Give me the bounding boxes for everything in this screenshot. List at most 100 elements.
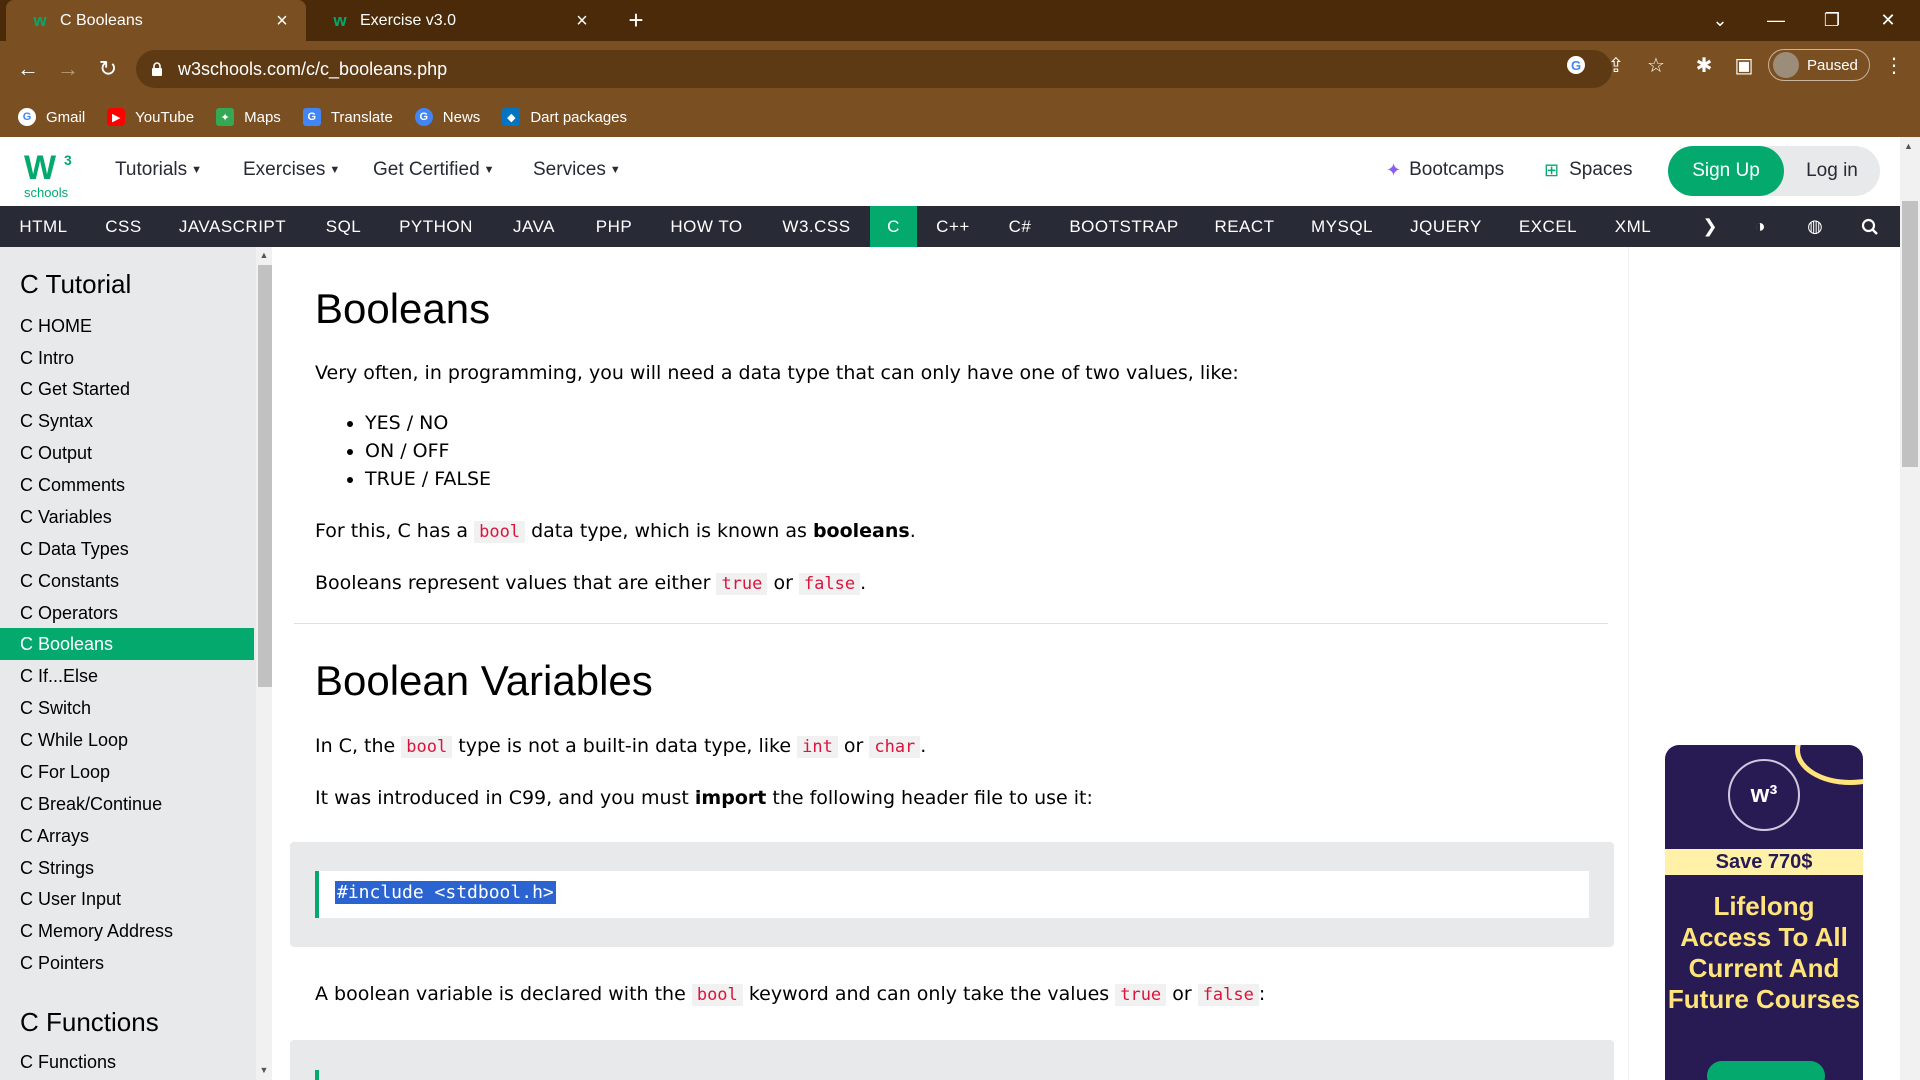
sidebar-item[interactable]: C Syntax: [0, 405, 254, 437]
sidebar-item[interactable]: C Functions: [0, 1046, 254, 1078]
nav-sql[interactable]: SQL: [305, 206, 382, 247]
sidebar-item[interactable]: C Arrays: [0, 820, 254, 852]
nav-css[interactable]: CSS: [87, 206, 160, 247]
menu-tutorials[interactable]: Tutorials ▼: [115, 159, 202, 181]
profile-button[interactable]: Paused: [1768, 49, 1870, 81]
nav-w3css[interactable]: W3.CSS: [763, 206, 870, 247]
spaces-link[interactable]: ⊞ Spaces: [1544, 159, 1632, 181]
nav-php[interactable]: PHP: [578, 206, 650, 247]
tab-exercise[interactable]: w Exercise v3.0 ×: [306, 0, 606, 41]
scroll-down-arrow-icon[interactable]: ▼: [259, 1065, 269, 1075]
bootcamps-label: Bootcamps: [1409, 159, 1505, 180]
sidebar-item[interactable]: C Comments: [0, 469, 254, 501]
nav-react[interactable]: REACT: [1197, 206, 1292, 247]
sidebar-item[interactable]: C Get Started: [0, 373, 254, 405]
sidebar-item[interactable]: C Output: [0, 437, 254, 469]
tab-c-booleans[interactable]: w C Booleans ×: [6, 0, 306, 41]
sidebar-item-active[interactable]: C Booleans: [0, 628, 254, 660]
nav-how-to[interactable]: HOW TO: [650, 206, 763, 247]
restore-button[interactable]: ❐: [1804, 0, 1860, 41]
side-panel-icon[interactable]: ▣: [1730, 51, 1758, 79]
sidebar-item[interactable]: C Strings: [0, 852, 254, 884]
nav-python[interactable]: PYTHON: [382, 206, 490, 247]
nav-java[interactable]: JAVA: [490, 206, 578, 247]
sidebar-scrollbar[interactable]: ▲ ▼: [256, 247, 272, 1080]
w3schools-badge-icon: w³: [1728, 759, 1800, 831]
sidebar-item[interactable]: C Break/Continue: [0, 788, 254, 820]
nav-bootstrap[interactable]: BOOTSTRAP: [1051, 206, 1197, 247]
log-in-button[interactable]: Log in: [1784, 146, 1880, 196]
chevron-right-icon[interactable]: ❯: [1692, 206, 1728, 247]
bookmark-news[interactable]: G News: [414, 108, 480, 126]
bookmark-label: Gmail: [46, 108, 86, 126]
sign-up-button[interactable]: Sign Up: [1668, 146, 1784, 196]
contrast-icon[interactable]: ◑: [1740, 206, 1780, 247]
promo-ad[interactable]: w³ Save 770$ Lifelong Access To All Curr…: [1665, 745, 1863, 1080]
menu-get-certified[interactable]: Get Certified ▼: [373, 159, 495, 181]
inline-code: false: [1197, 984, 1259, 1006]
minimize-button[interactable]: —: [1748, 0, 1804, 41]
bookmark-dart-packages[interactable]: ◆ Dart packages: [502, 108, 627, 126]
sidebar-item[interactable]: C User Input: [0, 883, 254, 915]
nav-c[interactable]: C: [870, 206, 917, 247]
nav-html[interactable]: HTML: [0, 206, 87, 247]
scrollbar-thumb[interactable]: [1902, 201, 1918, 467]
inline-code: bool: [691, 984, 743, 1006]
menu-exercises[interactable]: Exercises ▼: [243, 159, 340, 181]
extensions-puzzle-icon[interactable]: ✱: [1690, 51, 1718, 79]
nav-excel[interactable]: EXCEL: [1500, 206, 1596, 247]
share-icon[interactable]: ⇪: [1602, 51, 1630, 79]
back-arrow-icon[interactable]: ←: [12, 53, 44, 85]
sidebar-item[interactable]: C Switch: [0, 692, 254, 724]
bootcamps-link[interactable]: ✦ Bootcamps: [1386, 159, 1504, 181]
page-scrollbar[interactable]: ▲: [1900, 137, 1920, 1080]
nav-csharp[interactable]: C#: [989, 206, 1051, 247]
google-icon[interactable]: G: [1562, 51, 1590, 79]
close-tab-icon[interactable]: ×: [272, 11, 292, 31]
nav-xml[interactable]: XML: [1596, 206, 1670, 247]
w3schools-logo[interactable]: W 3 schools: [22, 145, 82, 201]
close-window-button[interactable]: ✕: [1860, 0, 1916, 41]
kebab-menu-icon[interactable]: ⋮: [1880, 51, 1908, 79]
bookmark-translate[interactable]: G Translate: [302, 108, 393, 126]
ad-cta-button[interactable]: [1707, 1061, 1825, 1080]
nav-javascript[interactable]: JAVASCRIPT: [160, 206, 305, 247]
bookmark-star-icon[interactable]: ☆: [1642, 51, 1670, 79]
bookmark-maps[interactable]: ✦ Maps: [216, 108, 281, 126]
nav-cpp[interactable]: C++: [917, 206, 989, 247]
address-bar[interactable]: w3schools.com/c/c_booleans.php: [136, 50, 1612, 88]
reload-icon[interactable]: ↻: [92, 53, 124, 85]
sidebar-item[interactable]: C Intro: [0, 342, 254, 374]
sidebar-item[interactable]: C If...Else: [0, 660, 254, 692]
sidebar-item[interactable]: C For Loop: [0, 756, 254, 788]
nav-jquery[interactable]: JQUERY: [1392, 206, 1500, 247]
nav-mysql[interactable]: MYSQL: [1292, 206, 1392, 247]
scrollbar-thumb[interactable]: [258, 265, 272, 687]
sidebar-item[interactable]: C Pointers: [0, 947, 254, 979]
site-header: W 3 schools Tutorials ▼ Exercises ▼ Get Ce…: [0, 137, 1900, 206]
inline-code: false: [798, 573, 861, 595]
bookmark-youtube[interactable]: ▶ YouTube: [107, 108, 194, 126]
sidebar-item[interactable]: C Variables: [0, 501, 254, 533]
caret-down-icon: ▼: [609, 164, 621, 176]
code-line-selected[interactable]: #include <stdbool.h>: [335, 881, 556, 904]
close-tab-icon[interactable]: ×: [572, 11, 592, 31]
scroll-up-arrow-icon[interactable]: ▲: [259, 250, 269, 260]
menu-services[interactable]: Services ▼: [533, 159, 621, 181]
forward-arrow-icon[interactable]: →: [52, 53, 84, 85]
sidebar-item[interactable]: C Data Types: [0, 533, 254, 565]
sidebar-item[interactable]: C HOME: [0, 310, 254, 342]
sidebar-item[interactable]: C While Loop: [0, 724, 254, 756]
dart-icon: ◆: [502, 108, 521, 126]
globe-icon[interactable]: ◍: [1795, 206, 1835, 247]
new-tab-button[interactable]: +: [622, 6, 650, 34]
ad-headline: Lifelong Access To All Current And Futur…: [1667, 891, 1861, 1014]
sidebar-item[interactable]: C Constants: [0, 565, 254, 597]
sidebar-item[interactable]: C Memory Address: [0, 915, 254, 947]
sidebar-item[interactable]: C Operators: [0, 597, 254, 629]
search-icon[interactable]: [1850, 206, 1890, 247]
scroll-up-arrow-icon[interactable]: ▲: [1904, 141, 1913, 151]
bookmark-gmail[interactable]: G Gmail: [18, 108, 85, 126]
tab-search-chevron-icon[interactable]: ⌄: [1692, 0, 1748, 41]
code-box[interactable]: #include <stdbool.h>: [315, 871, 1589, 918]
